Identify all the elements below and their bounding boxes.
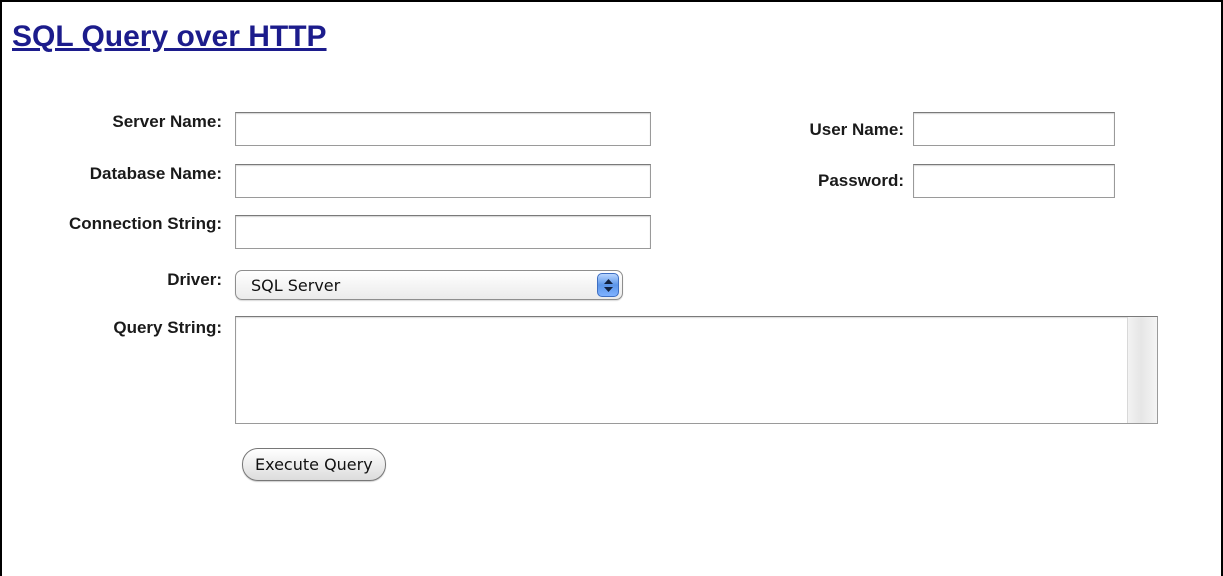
password-label: Password:: [818, 171, 904, 190]
driver-select[interactable]: SQL Server: [235, 270, 623, 300]
database-name-input[interactable]: [235, 164, 651, 198]
user-name-input[interactable]: [913, 112, 1115, 146]
user-name-label: User Name:: [809, 120, 905, 139]
database-name-label: Database Name:: [89, 164, 222, 183]
query-string-scrollbar[interactable]: [1127, 317, 1157, 423]
connection-string-label: Connection String:: [69, 214, 222, 233]
query-string-textarea[interactable]: [235, 316, 1158, 424]
page-title-link[interactable]: SQL Query over HTTP: [12, 20, 327, 54]
execute-query-button[interactable]: Execute Query: [242, 448, 386, 481]
server-name-label: Server Name:: [112, 112, 222, 131]
up-down-arrows-icon: [597, 273, 619, 297]
driver-label: Driver:: [167, 270, 222, 289]
server-name-input[interactable]: [235, 112, 651, 146]
driver-selected-value: SQL Server: [251, 276, 341, 295]
query-string-label: Query String:: [113, 318, 222, 337]
connection-string-input[interactable]: [235, 215, 651, 249]
password-input[interactable]: [913, 164, 1115, 198]
